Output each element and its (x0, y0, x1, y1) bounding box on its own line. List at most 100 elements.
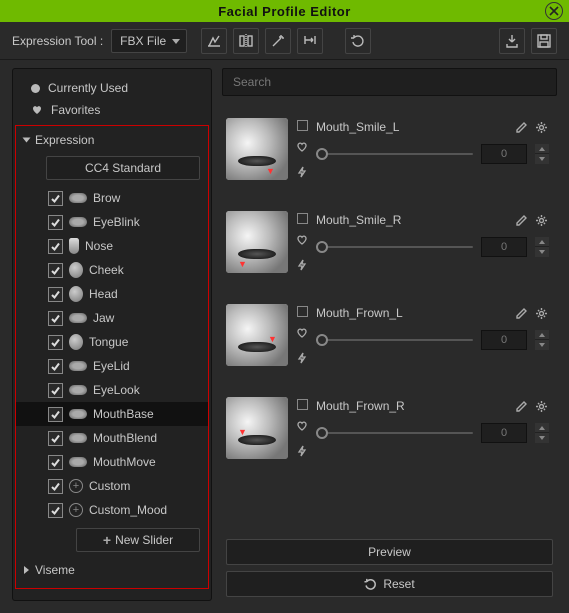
slider-name: Mouth_Smile_R (316, 213, 509, 227)
thumbnail[interactable]: ▼ (226, 304, 288, 366)
new-slider-label: New Slider (115, 533, 173, 547)
expression-group: Expression CC4 Standard BrowEyeBlinkNose… (15, 125, 209, 589)
search-box[interactable] (222, 68, 557, 96)
select-checkbox[interactable] (297, 399, 308, 410)
face-icon (69, 286, 83, 302)
edit-icon[interactable] (513, 305, 529, 321)
expression-tool-select[interactable]: FBX File (111, 29, 187, 53)
sidebar-item-custom[interactable]: Custom (16, 474, 208, 498)
new-slider-button[interactable]: + New Slider (76, 528, 200, 552)
value-slider[interactable] (316, 426, 473, 440)
search-input[interactable] (233, 75, 546, 89)
rig-tool-button[interactable] (201, 28, 227, 54)
checkbox[interactable] (48, 359, 63, 374)
slider-card: ▼Mouth_Frown_L0 (226, 304, 549, 367)
edit-icon[interactable] (513, 119, 529, 135)
sidebar-item-eyeblink[interactable]: EyeBlink (16, 210, 208, 234)
map-button[interactable] (297, 28, 323, 54)
favorite-icon[interactable] (296, 327, 308, 342)
favorites-row[interactable]: Favorites (13, 99, 211, 121)
mirror-button[interactable] (233, 28, 259, 54)
sidebar-item-nose[interactable]: Nose (16, 234, 208, 258)
currently-used-label: Currently Used (48, 81, 128, 95)
checkbox[interactable] (48, 311, 63, 326)
sidebar-item-cheek[interactable]: Cheek (16, 258, 208, 282)
checkbox[interactable] (48, 383, 63, 398)
gear-icon[interactable] (533, 305, 549, 321)
toolbar: Expression Tool : FBX File (0, 22, 569, 60)
checkbox[interactable] (48, 215, 63, 230)
value-field[interactable]: 0 (481, 423, 527, 443)
checkbox[interactable] (48, 191, 63, 206)
gear-icon[interactable] (533, 398, 549, 414)
select-checkbox[interactable] (297, 306, 308, 317)
card-marks (296, 304, 308, 367)
checkbox[interactable] (48, 263, 63, 278)
favorite-icon[interactable] (296, 141, 308, 156)
checkbox[interactable] (48, 431, 63, 446)
sidebar-item-eyelook[interactable]: EyeLook (16, 378, 208, 402)
close-button[interactable] (545, 2, 563, 20)
refresh-button[interactable] (345, 28, 371, 54)
checkbox[interactable] (48, 455, 63, 470)
edit-icon[interactable] (513, 212, 529, 228)
sidebar-item-brow[interactable]: Brow (16, 186, 208, 210)
thumbnail[interactable]: ▼ (226, 118, 288, 180)
item-label: EyeLid (93, 359, 130, 373)
favorite-icon[interactable] (296, 234, 308, 249)
checkbox[interactable] (48, 287, 63, 302)
preview-button[interactable]: Preview (226, 539, 553, 565)
flash-icon[interactable] (296, 259, 308, 274)
gear-icon[interactable] (533, 212, 549, 228)
sidebar-item-mouthblend[interactable]: MouthBlend (16, 426, 208, 450)
sidebar-item-mouthmove[interactable]: MouthMove (16, 450, 208, 474)
viseme-header[interactable]: Viseme (16, 558, 208, 582)
value-spinner[interactable] (535, 423, 549, 443)
card-marks (296, 211, 308, 274)
thumbnail[interactable]: ▼ (226, 211, 288, 273)
select-checkbox[interactable] (297, 120, 308, 131)
expression-header[interactable]: Expression (16, 128, 208, 152)
value-field[interactable]: 0 (481, 330, 527, 350)
sidebar-item-mouthbase[interactable]: MouthBase (16, 402, 208, 426)
sidebar-item-head[interactable]: Head (16, 282, 208, 306)
lips-icon (69, 193, 87, 203)
sidebar-item-tongue[interactable]: Tongue (16, 330, 208, 354)
flash-icon[interactable] (296, 352, 308, 367)
sidebar-item-custom_mood[interactable]: Custom_Mood (16, 498, 208, 522)
value-spinner[interactable] (535, 144, 549, 164)
sidebar-item-eyelid[interactable]: EyeLid (16, 354, 208, 378)
value-field[interactable]: 0 (481, 144, 527, 164)
favorite-icon[interactable] (296, 420, 308, 435)
save-button[interactable] (531, 28, 557, 54)
right-panel: ▼Mouth_Smile_L0▼Mouth_Smile_R0▼Mouth_Fro… (222, 68, 557, 601)
checkbox[interactable] (48, 239, 63, 254)
checkbox[interactable] (48, 335, 63, 350)
checkbox[interactable] (48, 479, 63, 494)
import-button[interactable] (499, 28, 525, 54)
currently-used-row[interactable]: Currently Used (13, 77, 211, 99)
sidebar-item-jaw[interactable]: Jaw (16, 306, 208, 330)
select-checkbox[interactable] (297, 213, 308, 224)
checkbox[interactable] (48, 407, 63, 422)
slider-card: ▼ Mouth_Frown_R 0 (226, 397, 549, 460)
value-spinner[interactable] (535, 330, 549, 350)
checkbox[interactable] (48, 503, 63, 518)
flash-icon[interactable] (296, 445, 308, 460)
wand-button[interactable] (265, 28, 291, 54)
value-slider[interactable] (316, 147, 473, 161)
edit-icon[interactable] (513, 398, 529, 414)
slider-name: Mouth_Frown_R (316, 399, 509, 413)
viseme-label: Viseme (35, 563, 75, 577)
caret-icon (23, 138, 31, 143)
heart-icon (31, 104, 43, 116)
standard-button[interactable]: CC4 Standard (46, 156, 200, 180)
value-field[interactable]: 0 (481, 237, 527, 257)
thumbnail[interactable]: ▼ (226, 397, 288, 459)
value-slider[interactable] (316, 333, 473, 347)
reset-button[interactable]: Reset (226, 571, 553, 597)
value-spinner[interactable] (535, 237, 549, 257)
gear-icon[interactable] (533, 119, 549, 135)
flash-icon[interactable] (296, 166, 308, 181)
value-slider[interactable] (316, 240, 473, 254)
